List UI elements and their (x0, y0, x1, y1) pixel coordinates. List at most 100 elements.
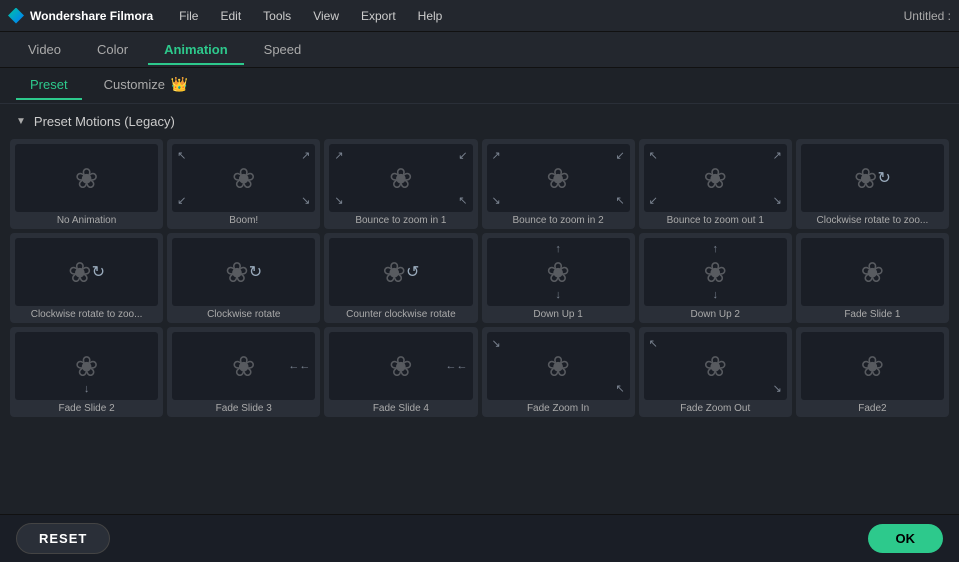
grid-thumbnail: ❀↻ (15, 238, 158, 306)
grid-item[interactable]: ❀↻ Clockwise rotate (167, 233, 320, 323)
grid-item[interactable]: ❀ No Animation (10, 139, 163, 229)
tab-video[interactable]: Video (12, 36, 77, 65)
grid-item[interactable]: ❀↑ ↓ Down Up 1 (482, 233, 635, 323)
grid-item[interactable]: ❀↓ Fade Slide 2 (10, 327, 163, 417)
bottombar: RESET OK (0, 514, 959, 562)
arrow-tl: ↗ (334, 149, 343, 162)
arrow-tl: ↘ (492, 337, 501, 350)
grid-thumbnail: ❀ (801, 332, 944, 400)
grid-thumbnail: ❀ (801, 238, 944, 306)
arrow-br: ↘ (773, 194, 782, 207)
rotate-arrow: ↺ (406, 262, 419, 282)
grid-label: Fade2 (801, 403, 944, 414)
thumb-flower: ❀ (704, 256, 727, 289)
grid-thumbnail: ❀↖ ↘ (644, 332, 787, 400)
arrow-tl: ↖ (177, 149, 186, 162)
chevron-icon: ▼ (16, 116, 26, 127)
grid-item[interactable]: ❀↗ ↙ ↘ ↖ Bounce to zoom in 1 (324, 139, 477, 229)
grid-thumbnail: ❀↑ ↓ (487, 238, 630, 306)
grid-label: Fade Slide 1 (801, 309, 944, 320)
thumb-flower: ❀ (546, 350, 569, 383)
arrow-tr: ↙ (458, 149, 467, 162)
app-logo: Wondershare Filmora (8, 8, 153, 24)
grid-item[interactable]: ❀↻ Clockwise rotate to zoo... (796, 139, 949, 229)
thumb-flower: ❀ (854, 162, 877, 195)
arrow-bl: ↘ (334, 194, 343, 207)
menu-item-file[interactable]: File (169, 5, 208, 27)
grid-item[interactable]: ❀ ←← Fade Slide 3 (167, 327, 320, 417)
grid-thumbnail: ❀↖ ↗ ↙ ↘ (644, 144, 787, 212)
arrow-tl: ↗ (492, 149, 501, 162)
tab-animation[interactable]: Animation (148, 36, 244, 65)
arrow-down: ↓ (84, 383, 90, 395)
arrow-right: ←← (288, 360, 310, 372)
grid-label: Clockwise rotate to zoo... (15, 309, 158, 320)
tab-color[interactable]: Color (81, 36, 144, 65)
thumb-flower: ❀ (389, 350, 412, 383)
thumb-flower: ❀ (225, 256, 248, 289)
grid-thumbnail: ❀↻ (801, 144, 944, 212)
grid-item[interactable]: ❀ Fade2 (796, 327, 949, 417)
menu-item-help[interactable]: Help (408, 5, 453, 27)
grid-item[interactable]: ❀ ↘ ↖ Fade Zoom In (482, 327, 635, 417)
menu-bar: FileEditToolsViewExportHelp (169, 5, 904, 27)
arrow-bl: ↙ (177, 194, 186, 207)
arrow-tr: ↙ (615, 149, 624, 162)
thumb-flower: ❀ (75, 350, 98, 383)
grid-thumbnail: ❀ ←← (172, 332, 315, 400)
rotate-arrow: ↻ (249, 262, 262, 282)
subtab-preset[interactable]: Preset (16, 71, 82, 100)
menu-item-tools[interactable]: Tools (253, 5, 301, 27)
logo-icon (8, 8, 24, 24)
thumb-flower: ❀ (861, 256, 884, 289)
grid-label: Fade Slide 3 (172, 403, 315, 414)
grid-label: Bounce to zoom out 1 (644, 215, 787, 226)
thumb-flower: ❀ (861, 350, 884, 383)
ok-button[interactable]: OK (868, 524, 944, 553)
grid-item[interactable]: ❀↺ Counter clockwise rotate (324, 233, 477, 323)
grid-label: No Animation (15, 215, 158, 226)
grid-label: Fade Slide 4 (329, 403, 472, 414)
arrow-br: ↖ (615, 194, 624, 207)
arrow-br: ↖ (615, 382, 624, 395)
grid-item[interactable]: ❀ ←← Fade Slide 4 (324, 327, 477, 417)
thumb-flower: ❀ (232, 350, 255, 383)
grid-thumbnail: ❀↑ ↓ (644, 238, 787, 306)
section-header[interactable]: ▼ Preset Motions (Legacy) (0, 104, 959, 139)
grid-item[interactable]: ❀↖ ↘ Fade Zoom Out (639, 327, 792, 417)
arrow-tl: ↖ (649, 149, 658, 162)
arrow-down: ↓ (555, 289, 561, 301)
grid-thumbnail: ❀ ←← (329, 332, 472, 400)
grid-item[interactable]: ❀↻ Clockwise rotate to zoo... (10, 233, 163, 323)
app-name: Wondershare Filmora (30, 9, 153, 23)
arrow-br: ↘ (773, 382, 782, 395)
thumb-flower: ❀ (68, 256, 91, 289)
grid-label: Fade Zoom Out (644, 403, 787, 414)
tab-speed[interactable]: Speed (248, 36, 318, 65)
arrow-down: ↓ (712, 289, 718, 301)
arrow-right2: ←← (446, 360, 468, 372)
grid-label: Bounce to zoom in 1 (329, 215, 472, 226)
thumb-flower: ❀ (382, 256, 405, 289)
menu-item-edit[interactable]: Edit (210, 5, 251, 27)
arrow-tr: ↗ (773, 149, 782, 162)
grid-thumbnail: ❀↓ (15, 332, 158, 400)
grid-item[interactable]: ❀↑ ↓ Down Up 2 (639, 233, 792, 323)
grid-item[interactable]: ❀ Fade Slide 1 (796, 233, 949, 323)
menu-item-view[interactable]: View (303, 5, 349, 27)
menu-item-export[interactable]: Export (351, 5, 406, 27)
grid-label: Clockwise rotate to zoo... (801, 215, 944, 226)
titlebar: Wondershare Filmora FileEditToolsViewExp… (0, 0, 959, 32)
subtab-customize[interactable]: Customize 👑 (90, 70, 202, 101)
grid-label: Clockwise rotate (172, 309, 315, 320)
grid-item[interactable]: ❀↗ ↙ ↘ ↖ Bounce to zoom in 2 (482, 139, 635, 229)
grid-label: Fade Zoom In (487, 403, 630, 414)
reset-button[interactable]: RESET (16, 523, 110, 554)
grid-item[interactable]: ❀↖ ↗ ↙ ↘ Bounce to zoom out 1 (639, 139, 792, 229)
grid-item[interactable]: ❀↖ ↗ ↙ ↘ Boom! (167, 139, 320, 229)
grid-container: ❀ No Animation ❀↖ ↗ ↙ ↘ Boom! ❀↗ ↙ ↘ ↖ B… (0, 139, 959, 513)
arrow-bl: ↘ (492, 194, 501, 207)
section-label: Preset Motions (Legacy) (34, 114, 175, 129)
rotate-arrow: ↻ (92, 262, 105, 282)
arrow-tl: ↖ (649, 337, 658, 350)
